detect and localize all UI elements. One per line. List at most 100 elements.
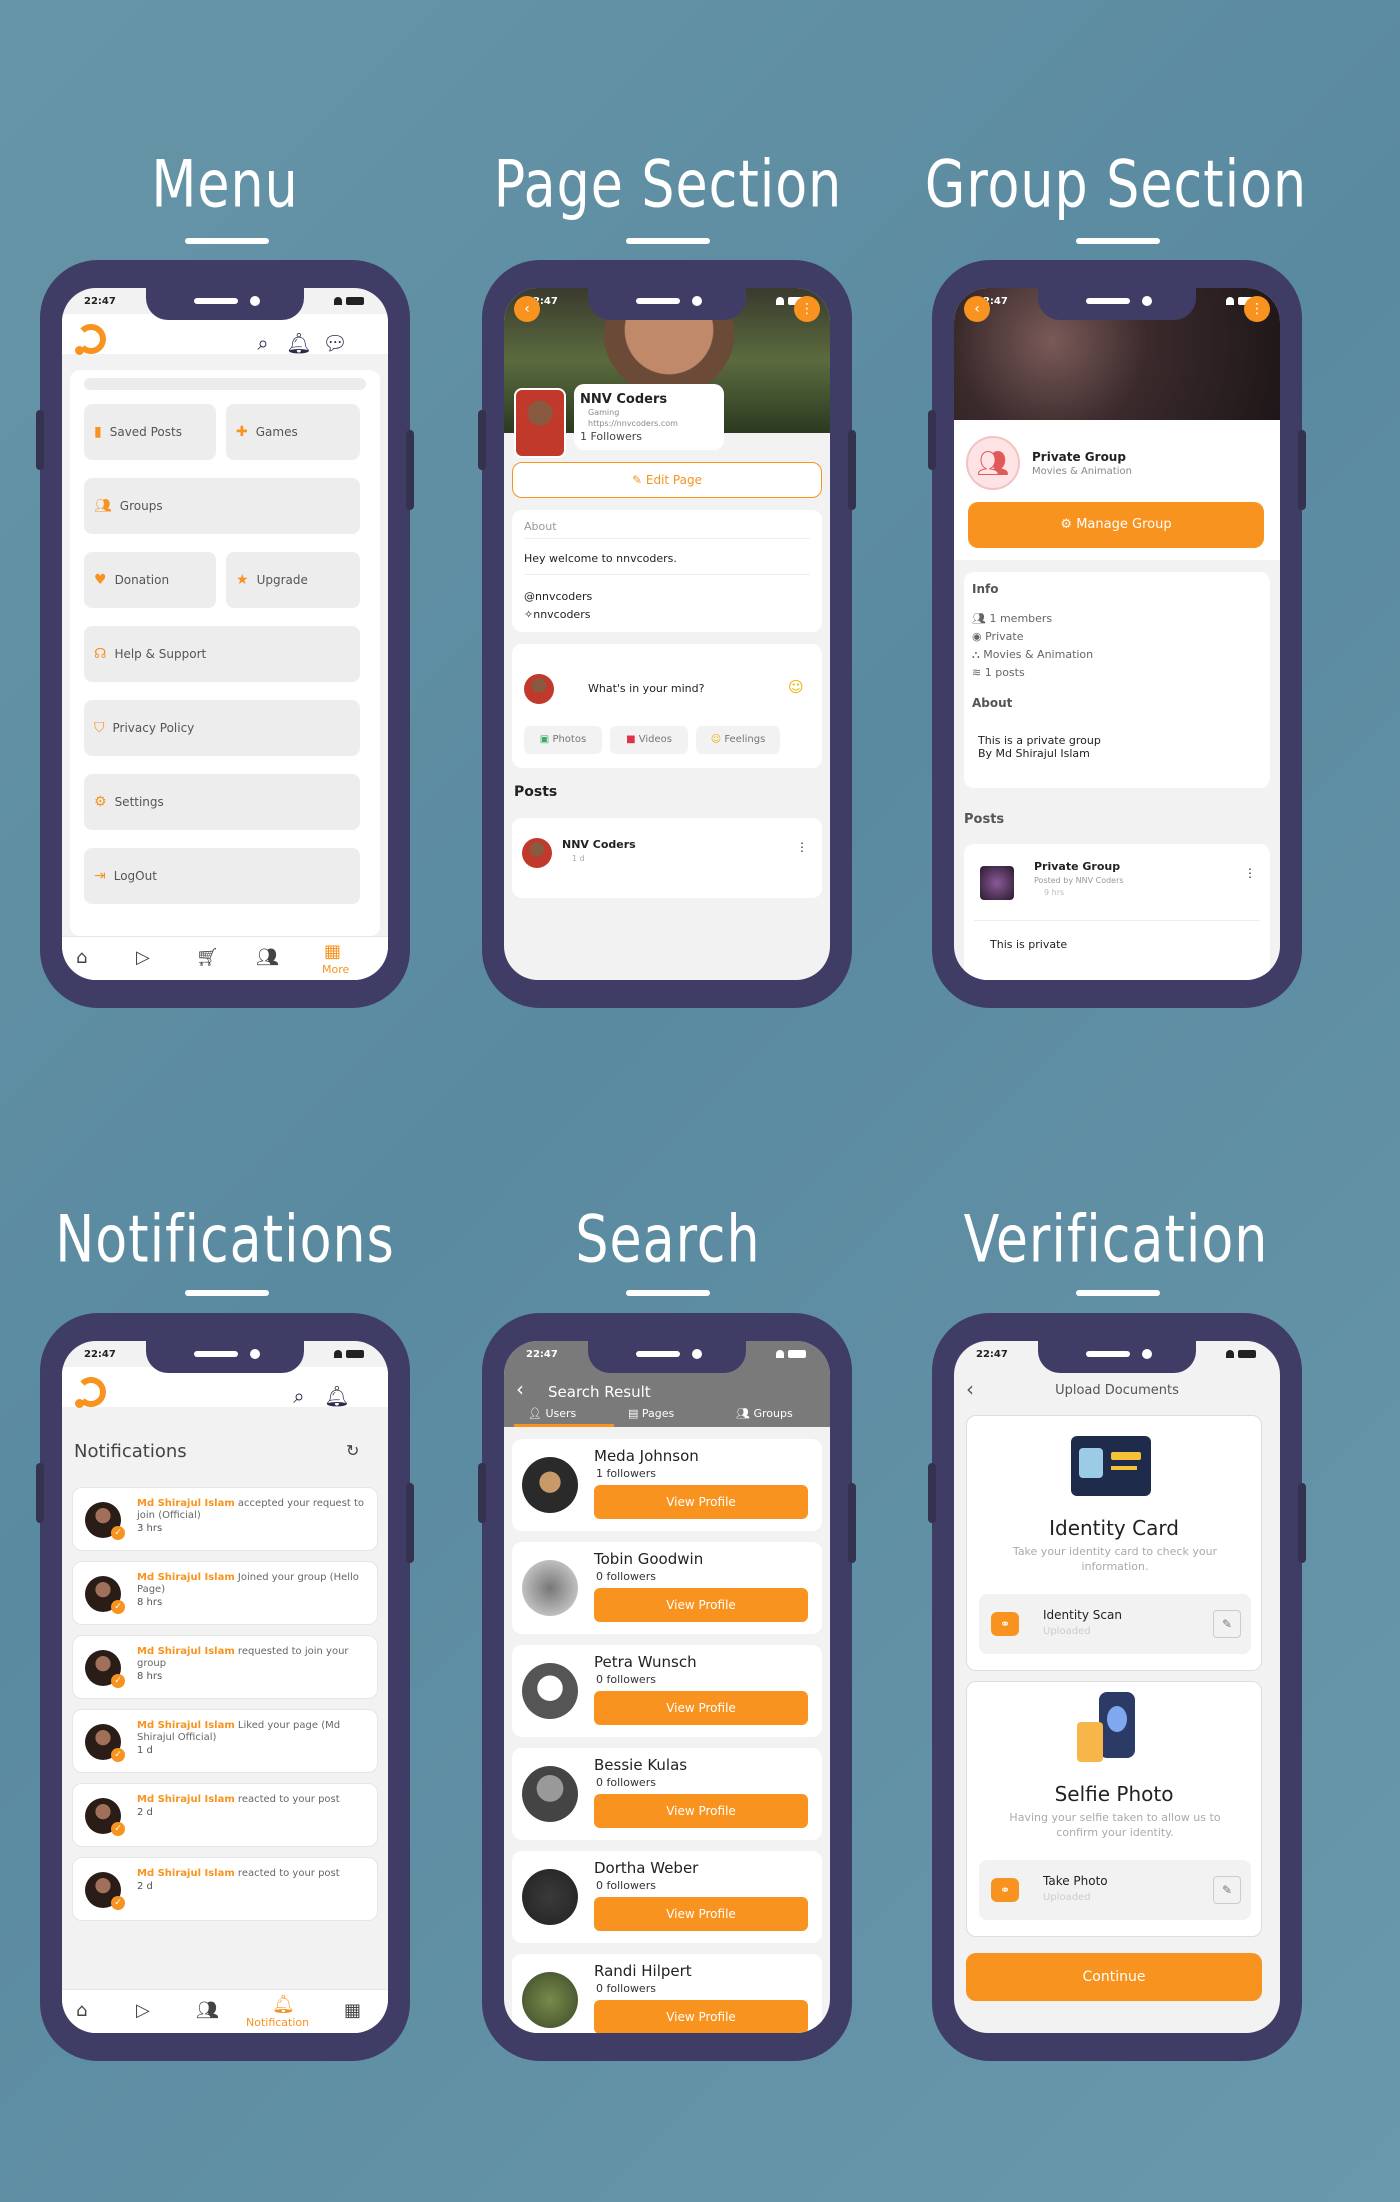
bell-icon[interactable]: 🔔︎: [322, 1381, 352, 1411]
notification-actor[interactable]: Md Shirajul Islam: [137, 1646, 235, 1657]
verified-badge-icon: ✓: [111, 1526, 125, 1540]
tab-users[interactable]: 👤︎ Users: [514, 1407, 614, 1427]
back-button[interactable]: ‹: [516, 1377, 524, 1401]
notification-time: 2 d: [137, 1807, 153, 1818]
cart-icon[interactable]: 🛒︎: [196, 947, 219, 968]
take-photo-row[interactable]: ⚭ Take Photo Uploaded ✎: [979, 1860, 1251, 1920]
manage-group-button[interactable]: ⚙ Manage Group: [968, 502, 1264, 548]
view-profile-button[interactable]: View Profile: [594, 2000, 808, 2033]
notification-icon[interactable]: 🔔︎: [272, 1994, 295, 2015]
more-icon[interactable]: ▦: [324, 941, 341, 962]
user-avatar[interactable]: [522, 1766, 578, 1822]
view-profile-button[interactable]: View Profile: [594, 1485, 808, 1519]
bell-icon[interactable]: 🔔︎: [284, 328, 314, 358]
info-privacy: ◉ Private: [972, 630, 1023, 643]
user-followers: 1 followers: [596, 1467, 656, 1480]
menu-upgrade[interactable]: ★ Upgrade: [226, 552, 360, 608]
emoji-icon[interactable]: ☺: [788, 678, 804, 696]
feelings-button[interactable]: ☺ Feelings: [696, 726, 780, 754]
post-menu-icon[interactable]: ⋮: [796, 840, 808, 854]
user-name[interactable]: Tobin Goodwin: [594, 1550, 703, 1568]
user-avatar[interactable]: [522, 1869, 578, 1925]
app-logo[interactable]: [75, 324, 106, 355]
user-avatar[interactable]: [522, 1560, 578, 1616]
friends-icon[interactable]: 👥︎: [256, 947, 279, 968]
user-name[interactable]: Bessie Kulas: [594, 1756, 687, 1774]
about-text: This is a private group By Md Shirajul I…: [978, 734, 1101, 760]
group-screen: 22:47 ‹ ⋮ 👥︎ Private Group Movies & Anim…: [954, 288, 1280, 980]
menu-help-support[interactable]: ☊ Help & Support: [84, 626, 360, 682]
menu-privacy-policy[interactable]: ⛉ Privacy Policy: [84, 700, 360, 756]
user-name[interactable]: Petra Wunsch: [594, 1653, 697, 1671]
refresh-icon[interactable]: ↻: [346, 1441, 359, 1460]
notification-actor[interactable]: Md Shirajul Islam: [137, 1794, 235, 1805]
composer-input[interactable]: What's in your mind?: [588, 682, 704, 695]
post-menu-icon[interactable]: ⋮: [1244, 866, 1256, 880]
friends-icon[interactable]: 👥︎: [196, 2000, 219, 2021]
group-avatar: 👥︎: [966, 436, 1020, 490]
videos-button[interactable]: ■ Videos: [610, 726, 688, 754]
photos-button[interactable]: ▣ Photos: [524, 726, 602, 754]
verification-title: Upload Documents: [1055, 1383, 1179, 1398]
selfie-desc: Having your selfie taken to allow us to …: [1009, 1811, 1221, 1839]
notification-item[interactable]: ✓ Md Shirajul Islam accepted your request…: [72, 1487, 378, 1551]
user-avatar[interactable]: [522, 1457, 578, 1513]
edit-icon[interactable]: ✎: [1213, 1876, 1241, 1904]
group-post-title[interactable]: Private Group: [1034, 860, 1120, 873]
notification-item[interactable]: ✓ Md Shirajul Islam requested to join you…: [72, 1635, 378, 1699]
menu-games[interactable]: ✚ Games: [226, 404, 360, 460]
notification-item[interactable]: ✓ Md Shirajul Islam reacted to your post 2…: [72, 1857, 378, 1921]
notification-actor[interactable]: Md Shirajul Islam: [137, 1720, 235, 1731]
menu-settings[interactable]: ⚙ Settings: [84, 774, 360, 830]
info-text: Movies & Animation: [983, 648, 1094, 661]
notification-actor[interactable]: Md Shirajul Islam: [137, 1498, 235, 1509]
group-post-text: This is private: [990, 938, 1068, 951]
back-button[interactable]: ‹: [514, 296, 540, 322]
video-icon[interactable]: ▷: [136, 2000, 150, 2021]
search-icon[interactable]: ⌕: [284, 1381, 314, 1411]
view-profile-button[interactable]: View Profile: [594, 1691, 808, 1725]
notification-actor[interactable]: Md Shirajul Islam: [137, 1868, 235, 1879]
menu-donation[interactable]: ♥ Donation: [84, 552, 216, 608]
edit-icon[interactable]: ✎: [1213, 1610, 1241, 1638]
user-avatar[interactable]: [522, 1972, 578, 2028]
edit-page-button[interactable]: ✎ Edit Page: [512, 462, 822, 498]
group-info-card: Info 👥︎ 1 members ◉ Private ⛬ Movies & A…: [964, 572, 1270, 788]
view-profile-button[interactable]: View Profile: [594, 1897, 808, 1931]
chat-icon[interactable]: 💬︎: [320, 328, 350, 358]
menu-logout[interactable]: ⇥ LogOut: [84, 848, 360, 904]
home-icon[interactable]: ⌂: [76, 2000, 87, 2021]
video-icon[interactable]: ▷: [136, 947, 150, 968]
view-profile-button[interactable]: View Profile: [594, 1588, 808, 1622]
notification-item[interactable]: ✓ Md Shirajul Islam reacted to your post 2…: [72, 1783, 378, 1847]
handle-instagram[interactable]: @nnvcoders: [524, 590, 592, 603]
members-icon: 👥︎: [972, 612, 986, 625]
search-icon[interactable]: ⌕: [248, 328, 278, 358]
notification-item[interactable]: ✓ Md Shirajul Islam Joined your group (He…: [72, 1561, 378, 1625]
more-icon[interactable]: ▦: [344, 2000, 361, 2021]
back-button[interactable]: ‹: [964, 296, 990, 322]
tab-pages[interactable]: ▤ Pages: [628, 1407, 674, 1420]
tab-groups[interactable]: 👥︎ Groups: [736, 1407, 793, 1420]
menu-groups[interactable]: 👥︎ Groups: [84, 478, 360, 534]
identity-scan-row[interactable]: ⚭ Identity Scan Uploaded ✎: [979, 1594, 1251, 1654]
menu-saved-posts[interactable]: ▮ Saved Posts: [84, 404, 216, 460]
user-name[interactable]: Randi Hilpert: [594, 1962, 692, 1980]
user-name[interactable]: Meda Johnson: [594, 1447, 699, 1465]
more-options-button[interactable]: ⋮: [1244, 296, 1270, 322]
view-profile-button[interactable]: View Profile: [594, 1794, 808, 1828]
handle-twitter[interactable]: ✧nnvcoders: [524, 608, 590, 621]
post-author[interactable]: NNV Coders: [562, 838, 636, 851]
user-avatar[interactable]: [522, 1663, 578, 1719]
more-options-button[interactable]: ⋮: [794, 296, 820, 322]
app-logo[interactable]: [75, 1377, 106, 1408]
continue-button[interactable]: Continue: [966, 1953, 1262, 2001]
notification-item[interactable]: ✓ Md Shirajul Islam Liked your page (Md S…: [72, 1709, 378, 1773]
more-label[interactable]: More: [322, 963, 349, 976]
notification-actor[interactable]: Md Shirajul Islam: [137, 1572, 235, 1583]
notification-text: reacted to your post: [234, 1868, 340, 1879]
user-result-item: Petra Wunsch 0 followers View Profile: [512, 1645, 822, 1737]
user-name[interactable]: Dortha Weber: [594, 1859, 698, 1877]
notification-label[interactable]: Notification: [246, 2016, 309, 2029]
home-icon[interactable]: ⌂: [76, 947, 87, 968]
